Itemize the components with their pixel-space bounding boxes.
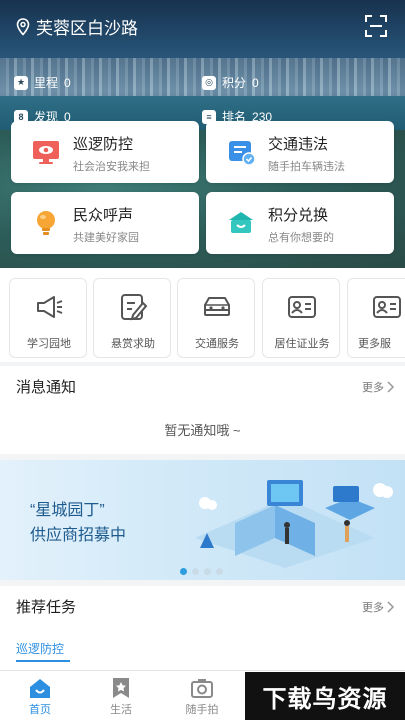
edit-document-icon	[121, 294, 148, 321]
service-residence-permit[interactable]: 居住证业务	[262, 278, 340, 358]
card-patrol[interactable]: 巡逻防控 社会治安我来担	[11, 121, 199, 183]
tab-indicator	[16, 660, 70, 662]
carousel-dot[interactable]	[192, 568, 199, 575]
notice-section: 消息通知 更多 暂无通知哦 ~	[0, 366, 405, 454]
banner-line1: “星城园丁”	[30, 502, 105, 519]
isometric-office-illustration	[195, 480, 393, 568]
star-icon: ★	[14, 75, 28, 90]
carousel-dot-active[interactable]	[180, 568, 187, 575]
notice-more-link[interactable]: 更多	[362, 379, 395, 395]
scan-icon[interactable]	[365, 15, 387, 37]
car-icon	[204, 297, 230, 316]
monitor-eye-icon	[33, 141, 59, 164]
id-card-icon	[288, 296, 316, 318]
tab-home[interactable]: 首页	[10, 677, 70, 717]
stat-points: ◎ 积分 0	[202, 74, 259, 91]
service-reward-help[interactable]: 悬赏求助	[93, 278, 171, 358]
shop-basket-icon	[229, 212, 253, 233]
carousel-dots	[180, 568, 223, 575]
notice-title: 消息通知	[16, 379, 77, 396]
card-public-voice[interactable]: 民众呼声 共建美好家园	[11, 192, 199, 254]
card-points-exchange[interactable]: 积分兑换 总有你想要的	[206, 192, 394, 254]
service-traffic[interactable]: 交通服务	[177, 278, 255, 358]
tab-snapshot[interactable]: 随手拍	[172, 677, 232, 717]
coin-icon: ◎	[202, 75, 216, 90]
ticket-icon	[229, 141, 256, 166]
bookmark-star-icon	[113, 678, 129, 698]
banner-line2: 供应商招募中	[30, 527, 127, 544]
chevron-right-icon	[387, 601, 395, 613]
megaphone-icon	[37, 296, 63, 318]
lightbulb-icon	[37, 211, 55, 235]
notice-empty-text: 暂无通知哦 ~	[164, 423, 241, 438]
location-text: 芙蓉区白沙路	[36, 19, 138, 38]
card-traffic-violation[interactable]: 交通违法 随手拍车辆违法	[206, 121, 394, 183]
camera-icon	[191, 679, 213, 698]
service-study[interactable]: 学习园地	[9, 278, 87, 358]
recommend-section: 推荐任务 更多 巡逻防控	[0, 586, 405, 672]
carousel-dot[interactable]	[204, 568, 211, 575]
chevron-right-icon	[387, 381, 395, 393]
carousel-dot[interactable]	[216, 568, 223, 575]
id-card-icon	[373, 296, 401, 318]
home-icon	[30, 679, 50, 698]
service-more[interactable]: 更多服	[347, 278, 405, 358]
watermark-logo: 下载鸟资源	[245, 672, 405, 720]
recommend-title: 推荐任务	[16, 599, 77, 616]
stat-mileage: ★ 里程 0	[14, 74, 71, 91]
location-pin-icon	[16, 17, 30, 36]
services-row: 学习园地 悬赏求助 交通服务 居住证业务 更多服	[0, 268, 405, 362]
hero-banner: 芙蓉区白沙路 ★ 里程 0 ◎ 积分 0 8 发现 0 ≡ 排名 230 巡逻防…	[0, 0, 405, 268]
recruitment-banner[interactable]: “星城园丁” 供应商招募中	[0, 460, 405, 580]
location-selector[interactable]: 芙蓉区白沙路	[16, 14, 138, 39]
tab-patrol[interactable]: 巡逻防控	[16, 640, 64, 657]
recommend-more-link[interactable]: 更多	[362, 599, 395, 615]
tab-life[interactable]: 生活	[91, 677, 151, 717]
